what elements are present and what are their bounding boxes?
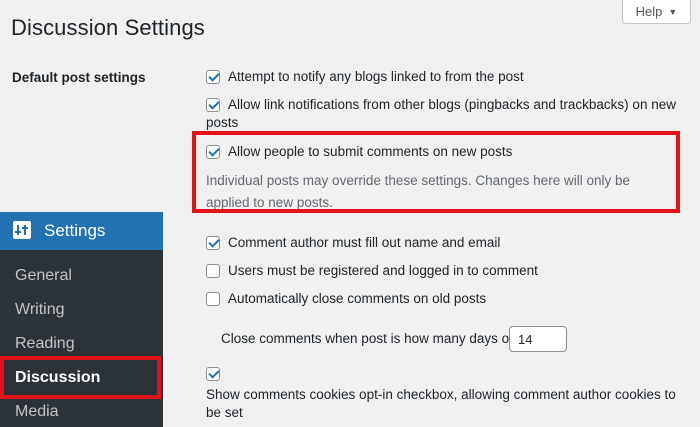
option-label: Comment author must fill out name and em…	[228, 235, 501, 250]
sidebar-settings-header[interactable]: Settings	[0, 212, 163, 250]
checkbox-allow-pingbacks[interactable]	[206, 98, 220, 112]
option-label-wrap: posts	[206, 115, 239, 130]
highlight-box-discussion	[0, 356, 161, 399]
close-days-input[interactable]	[509, 326, 567, 352]
caret-down-icon: ▼	[668, 6, 678, 17]
admin-sidebar: Settings General Writing Reading Discuss…	[0, 212, 163, 427]
section-label: Default post settings	[12, 70, 146, 85]
page-title: Discussion Settings	[11, 15, 205, 40]
checkbox-registered-only[interactable]	[206, 264, 220, 278]
sidebar-item-reading[interactable]: Reading	[15, 335, 75, 353]
sidebar-item-general[interactable]: General	[15, 267, 72, 285]
help-label: Help	[635, 4, 663, 19]
cookies-optin-label: Show comments cookies opt-in checkbox, a…	[206, 387, 676, 420]
close-days-label: Close comments when post is how many day…	[221, 331, 520, 346]
option-label: Attempt to notify any blogs linked to fr…	[228, 69, 524, 84]
highlight-box-comments	[192, 131, 680, 213]
sidebar-item-writing[interactable]: Writing	[15, 301, 65, 319]
option-label: Automatically close comments on old post…	[228, 291, 487, 306]
sidebar-title: Settings	[44, 221, 106, 240]
checkbox-auto-close[interactable]	[206, 292, 220, 306]
option-label: Users must be registered and logged in t…	[228, 263, 538, 278]
checkbox-cookies-optin[interactable]	[206, 367, 220, 381]
settings-sliders-icon	[13, 221, 31, 239]
checkbox-notify-blogs[interactable]	[206, 70, 220, 84]
sidebar-item-media[interactable]: Media	[15, 403, 59, 421]
help-button[interactable]: Help ▼	[622, 0, 691, 24]
checkbox-author-name-email[interactable]	[206, 236, 220, 250]
option-label: Allow link notifications from other blog…	[228, 97, 676, 112]
